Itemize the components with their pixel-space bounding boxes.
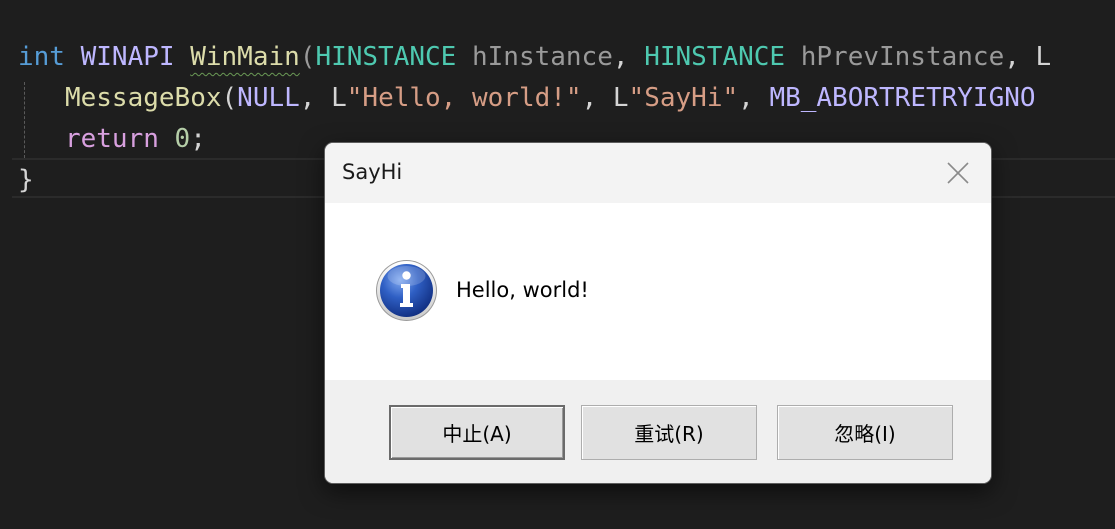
- comma: ,: [1004, 42, 1036, 72]
- number-literal: 0: [174, 124, 191, 154]
- code-line-2[interactable]: MessageBox(NULL, L"Hello, world!", L"Say…: [18, 78, 1036, 118]
- keyword-return: return: [64, 124, 159, 154]
- function-messagebox: MessageBox: [64, 83, 222, 113]
- keyword-int: int: [18, 42, 65, 72]
- open-paren: (: [221, 83, 238, 113]
- macro-winapi: WINAPI: [80, 42, 175, 72]
- abort-button[interactable]: 中止(A): [389, 405, 565, 460]
- screen: int WINAPI WinMain(HINSTANCE hInstance, …: [0, 0, 1115, 529]
- open-paren: (: [299, 42, 316, 72]
- comma: ,: [612, 42, 645, 72]
- retry-button-label: 重试(R): [634, 422, 704, 446]
- function-winmain: WinMain: [190, 42, 300, 72]
- code-line-4[interactable]: }: [18, 160, 34, 200]
- truncated-text: L: [1035, 42, 1052, 72]
- comma: ,: [299, 83, 332, 113]
- wide-prefix: L: [612, 83, 629, 113]
- comma: ,: [581, 83, 613, 113]
- close-button[interactable]: [935, 153, 981, 193]
- code-line-3[interactable]: return 0;: [18, 119, 206, 159]
- macro-mb-abortretryignore: MB_ABORTRETRYIGNO: [769, 83, 1036, 113]
- comma: ,: [738, 83, 770, 113]
- semicolon: ;: [190, 124, 206, 154]
- string-sayhi: "SayHi": [628, 83, 739, 113]
- ignore-button-label: 忽略(I): [834, 422, 896, 446]
- dialog-button-row: 中止(A) 重试(R) 忽略(I): [325, 380, 991, 483]
- string-hello-world: "Hello, world!": [346, 83, 582, 113]
- dialog-titlebar[interactable]: SayHi: [325, 143, 991, 203]
- param-hinstance: hInstance: [471, 42, 613, 72]
- retry-button[interactable]: 重试(R): [581, 405, 757, 460]
- dialog-title: SayHi: [342, 160, 403, 184]
- ignore-button[interactable]: 忽略(I): [777, 405, 953, 460]
- code-line-1[interactable]: int WINAPI WinMain(HINSTANCE hInstance, …: [18, 37, 1051, 77]
- information-icon: [375, 259, 438, 322]
- dialog-content: Hello, world!: [325, 203, 991, 380]
- param-hprevinstance: hPrevInstance: [800, 42, 1005, 72]
- close-icon: [947, 162, 969, 184]
- closing-brace: }: [18, 165, 34, 195]
- macro-null: NULL: [237, 83, 300, 113]
- abort-button-label: 中止(A): [442, 422, 512, 446]
- type-hinstance-1: HINSTANCE: [315, 42, 457, 72]
- message-box-dialog: SayHi Hello, world! 中止(A) 重试(R) 忽略(I): [324, 142, 992, 484]
- type-hinstance-2: HINSTANCE: [644, 42, 786, 72]
- dialog-message: Hello, world!: [456, 278, 589, 302]
- wide-prefix: L: [331, 83, 347, 113]
